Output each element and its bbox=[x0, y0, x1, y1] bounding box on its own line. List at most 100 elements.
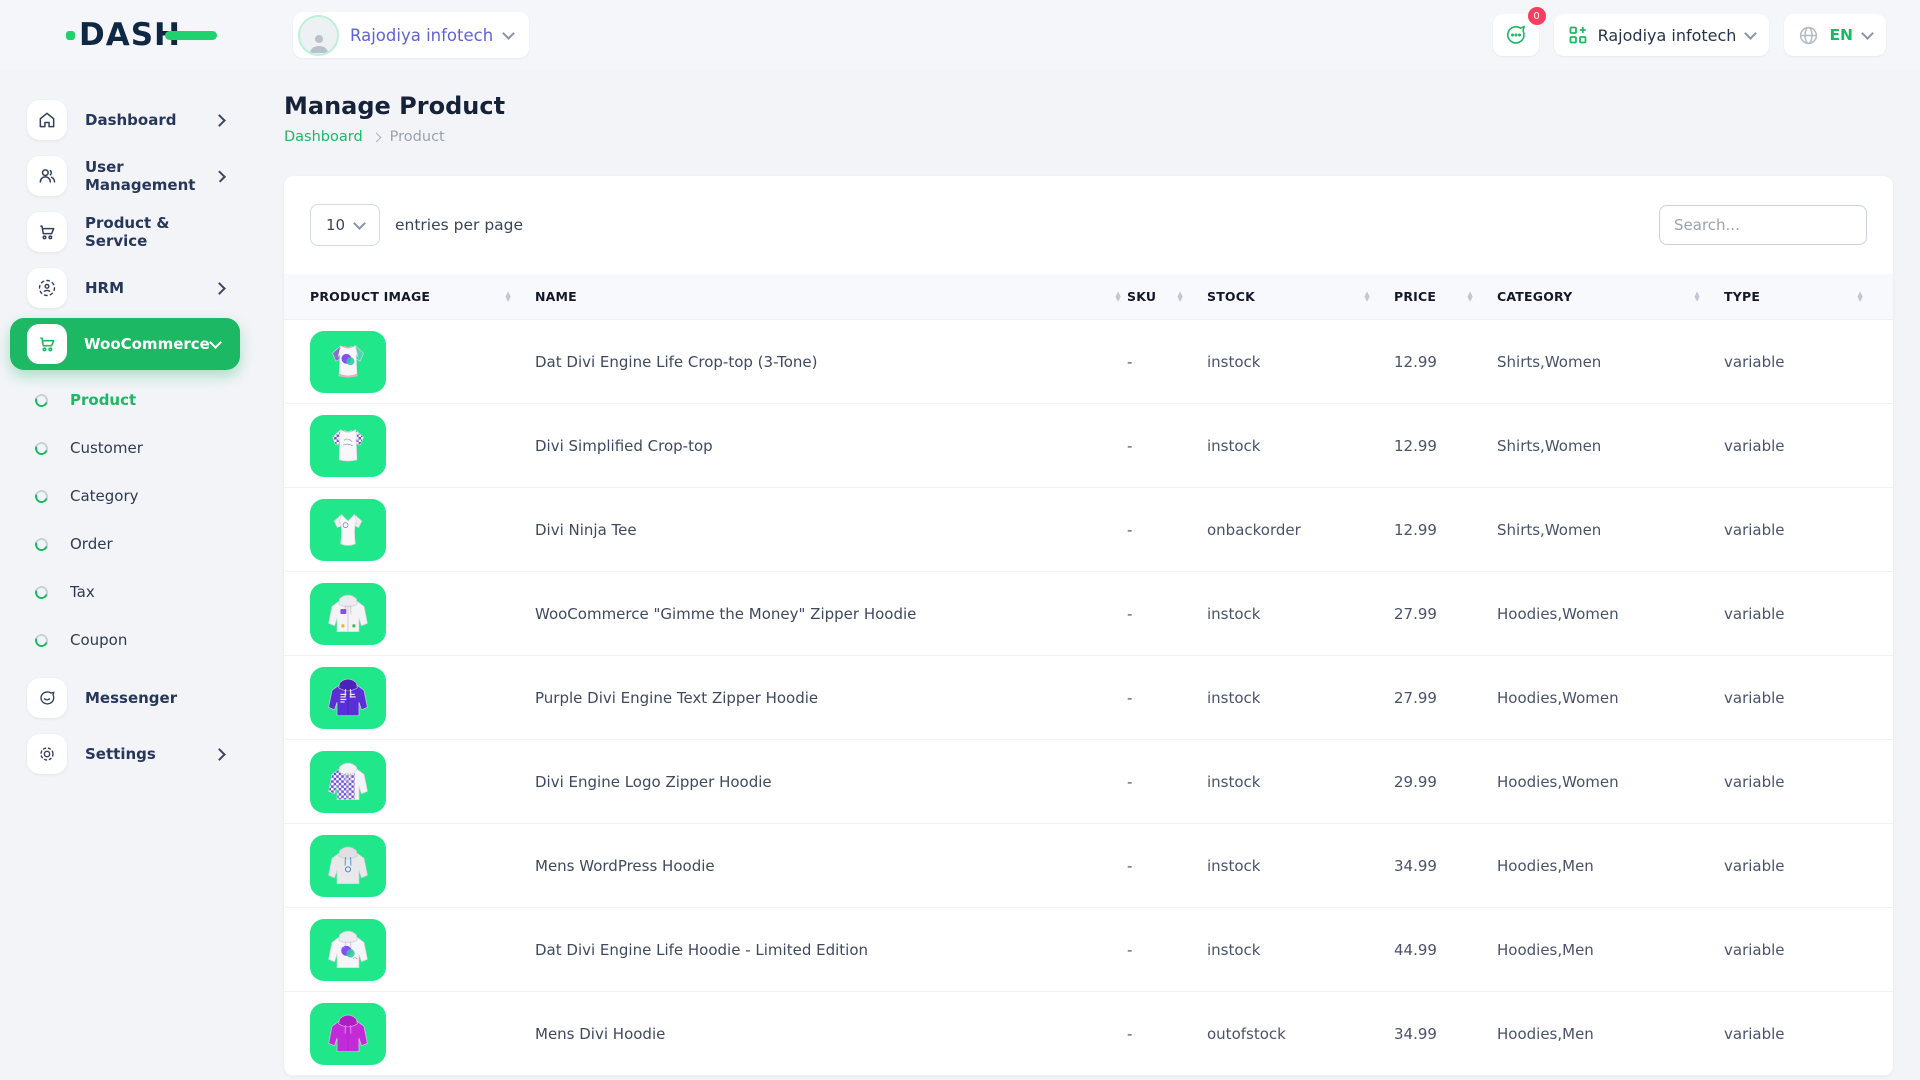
product-price: 27.99 bbox=[1394, 605, 1497, 623]
sidebar-item-hrm[interactable]: HRM bbox=[0, 260, 250, 316]
product-sku: - bbox=[1127, 521, 1207, 539]
product-sku: - bbox=[1127, 857, 1207, 875]
product-price: 34.99 bbox=[1394, 857, 1497, 875]
sidebar-item-user-management[interactable]: User Management bbox=[0, 148, 250, 204]
product-type: variable bbox=[1724, 857, 1869, 875]
product-image bbox=[310, 583, 386, 645]
product-stock: instock bbox=[1207, 605, 1394, 623]
cart-icon bbox=[27, 324, 67, 364]
product-image bbox=[310, 415, 386, 477]
product-type: variable bbox=[1724, 773, 1869, 791]
logo-dash-icon bbox=[165, 31, 217, 40]
sidebar-subitem-tax[interactable]: Tax bbox=[0, 568, 250, 616]
company-selector[interactable]: Rajodiya infotech bbox=[1554, 14, 1770, 56]
table-header-row: PRODUCT IMAGE▲▼NAME▲▼SKU ▲▼ STOCK▲▼PRICE▲▼… bbox=[284, 274, 1893, 320]
product-category: Hoodies,Women bbox=[1497, 773, 1724, 791]
sidebar-subitem-category[interactable]: Category bbox=[0, 472, 250, 520]
sidebar-item-settings[interactable]: Settings bbox=[0, 726, 250, 782]
column-header-type[interactable]: TYPE▲▼ bbox=[1724, 289, 1869, 304]
column-header-stock[interactable]: STOCK▲▼ bbox=[1207, 289, 1394, 304]
topbar: DASH Rajodiya infotech 0 Rajodiya infote… bbox=[0, 0, 1920, 70]
product-stock: instock bbox=[1207, 941, 1394, 959]
hrm-icon bbox=[27, 268, 67, 308]
messenger-badge: 0 bbox=[1528, 7, 1546, 25]
sort-arrows-icon: ▲▼ bbox=[1177, 292, 1183, 302]
sidebar-subitem-customer[interactable]: Customer bbox=[0, 424, 250, 472]
workspace-selector[interactable]: Rajodiya infotech bbox=[293, 12, 529, 58]
workspace-avatar bbox=[298, 15, 339, 56]
sidebar-subitem-label: Customer bbox=[70, 439, 143, 457]
sidebar-subitem-label: Category bbox=[70, 487, 139, 505]
chevron-down-icon bbox=[502, 27, 515, 40]
product-stock: instock bbox=[1207, 773, 1394, 791]
bullet-icon bbox=[33, 439, 50, 456]
globe-icon bbox=[1798, 25, 1819, 46]
search-input[interactable] bbox=[1659, 205, 1867, 245]
column-label: SKU bbox=[1127, 289, 1156, 304]
grid-plus-icon bbox=[1568, 25, 1588, 45]
product-price: 44.99 bbox=[1394, 941, 1497, 959]
bullet-icon bbox=[33, 535, 50, 552]
product-type: variable bbox=[1724, 941, 1869, 959]
product-stock: instock bbox=[1207, 437, 1394, 455]
sidebar-item-woocommerce[interactable]: WooCommerce bbox=[10, 318, 240, 370]
language-selector[interactable]: EN bbox=[1784, 14, 1886, 56]
workspace-label: Rajodiya infotech bbox=[350, 26, 493, 45]
sidebar-subitem-product[interactable]: Product bbox=[0, 376, 250, 424]
chevron-right-icon bbox=[213, 748, 226, 761]
gear-icon bbox=[27, 734, 67, 774]
sidebar-subitem-label: Coupon bbox=[70, 631, 127, 649]
product-price: 29.99 bbox=[1394, 773, 1497, 791]
product-name: Purple Divi Engine Text Zipper Hoodie bbox=[535, 689, 1127, 707]
messenger-button[interactable]: 0 bbox=[1493, 14, 1539, 56]
sidebar-item-dashboard[interactable]: Dashboard bbox=[0, 92, 250, 148]
entries-per-page-select[interactable]: 10 bbox=[310, 204, 380, 246]
brand-logo[interactable]: DASH bbox=[66, 17, 217, 53]
table-controls: 10 entries per page bbox=[284, 176, 1893, 274]
product-category: Hoodies,Women bbox=[1497, 689, 1724, 707]
column-header-product-image[interactable]: PRODUCT IMAGE▲▼ bbox=[310, 289, 535, 304]
sidebar-item-label: Product & Service bbox=[85, 214, 224, 250]
column-header-name[interactable]: NAME▲▼ bbox=[535, 289, 1127, 304]
product-table-card: 10 entries per page PRODUCT IMAGE▲▼NAME▲… bbox=[284, 176, 1893, 1076]
column-header-price[interactable]: PRICE▲▼ bbox=[1394, 289, 1497, 304]
column-header-category[interactable]: CATEGORY▲▼ bbox=[1497, 289, 1724, 304]
product-sku: - bbox=[1127, 1025, 1207, 1043]
product-price: 12.99 bbox=[1394, 437, 1497, 455]
table-row: Dat Divi Engine Life Crop-top (3-Tone)-i… bbox=[284, 320, 1893, 404]
breadcrumb-dashboard-link[interactable]: Dashboard bbox=[284, 129, 363, 145]
product-price: 34.99 bbox=[1394, 1025, 1497, 1043]
product-stock: instock bbox=[1207, 689, 1394, 707]
topbar-right: 0 Rajodiya infotech EN bbox=[1493, 14, 1920, 56]
bullet-icon bbox=[33, 391, 50, 408]
sidebar-item-product-service[interactable]: Product & Service bbox=[0, 204, 250, 260]
page-title: Manage Product bbox=[284, 92, 1893, 120]
sidebar-item-messenger[interactable]: Messenger bbox=[0, 670, 250, 726]
product-price: 27.99 bbox=[1394, 689, 1497, 707]
chat-icon bbox=[27, 678, 67, 718]
entries-value: 10 bbox=[326, 216, 345, 234]
sidebar-item-label: User Management bbox=[85, 158, 216, 194]
table-row: Divi Engine Logo Zipper Hoodie-instock29… bbox=[284, 740, 1893, 824]
product-price: 12.99 bbox=[1394, 521, 1497, 539]
entries-per-page-label: entries per page bbox=[395, 216, 523, 234]
chevron-right-icon bbox=[213, 282, 226, 295]
product-sku: - bbox=[1127, 353, 1207, 371]
column-header-sku[interactable]: SKU ▲▼ bbox=[1127, 289, 1207, 304]
sort-arrows-icon: ▲▼ bbox=[1694, 292, 1700, 302]
sidebar-item-label: WooCommerce bbox=[84, 335, 210, 353]
product-name: Mens Divi Hoodie bbox=[535, 1025, 1127, 1043]
sidebar-subitem-coupon[interactable]: Coupon bbox=[0, 616, 250, 664]
product-sku: - bbox=[1127, 773, 1207, 791]
product-image bbox=[310, 667, 386, 729]
breadcrumb: Dashboard Product bbox=[284, 129, 1893, 145]
product-sku: - bbox=[1127, 605, 1207, 623]
product-image bbox=[310, 919, 386, 981]
product-category: Shirts,Women bbox=[1497, 437, 1724, 455]
logo-dot-icon bbox=[66, 31, 75, 40]
home-icon bbox=[27, 100, 67, 140]
bullet-icon bbox=[33, 631, 50, 648]
table-row: Mens Divi Hoodie-outofstock34.99Hoodies,… bbox=[284, 992, 1893, 1076]
product-category: Shirts,Women bbox=[1497, 353, 1724, 371]
sidebar-subitem-order[interactable]: Order bbox=[0, 520, 250, 568]
